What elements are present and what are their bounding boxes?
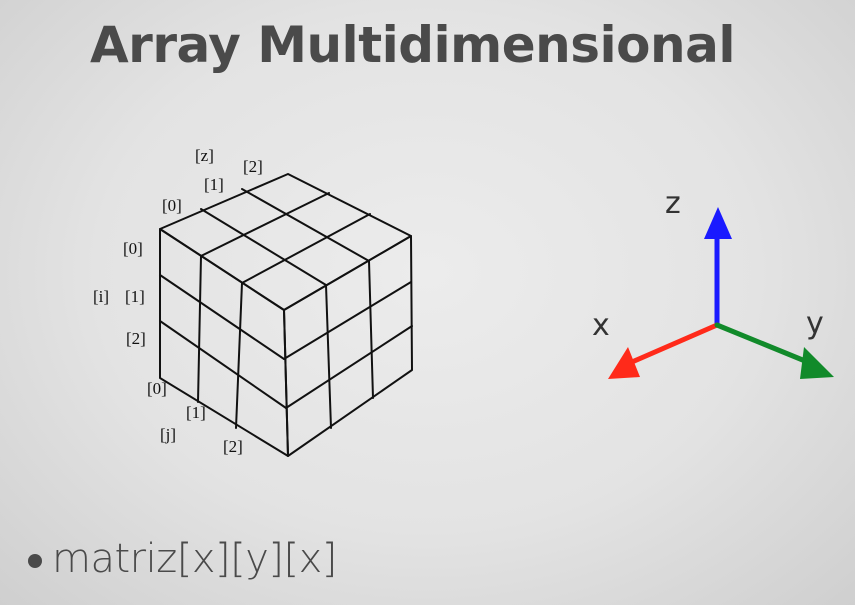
coordinate-axes: z x y [592,186,834,379]
z-axis-arrow [704,207,732,328]
j-axis-label: [j] [160,425,176,444]
bullet-item: matriz[x][y][x] [28,536,337,582]
i-index-1: [1] [125,287,145,306]
bullet-dot-icon [28,554,42,568]
z-index-2: [2] [243,157,263,176]
i-axis-label: [i] [93,287,109,306]
i-index-2: [2] [126,329,146,348]
x-axis-arrow [608,322,720,379]
j-index-2: [2] [223,437,243,456]
diagram-canvas: [z] [0] [1] [2] [0] [i] [1] [2] [0] [1] … [93,146,834,457]
i-index-0: [0] [123,239,143,258]
cube-left-face [159,228,289,457]
cube-top-face [159,173,412,311]
y-axis-name: y [806,306,824,341]
slide: Array Multidimensional [z] [0] [1] [2] [… [0,0,855,605]
j-index-1: [1] [186,403,206,422]
bullet-text: matriz[x][y][x] [52,536,337,582]
j-index-0: [0] [147,379,167,398]
z-index-0: [0] [162,196,182,215]
x-axis-name: x [592,308,610,343]
z-index-1: [1] [204,175,224,194]
z-axis-name: z [665,186,681,221]
cube-right-face [283,235,413,457]
z-axis-label: [z] [195,146,214,165]
